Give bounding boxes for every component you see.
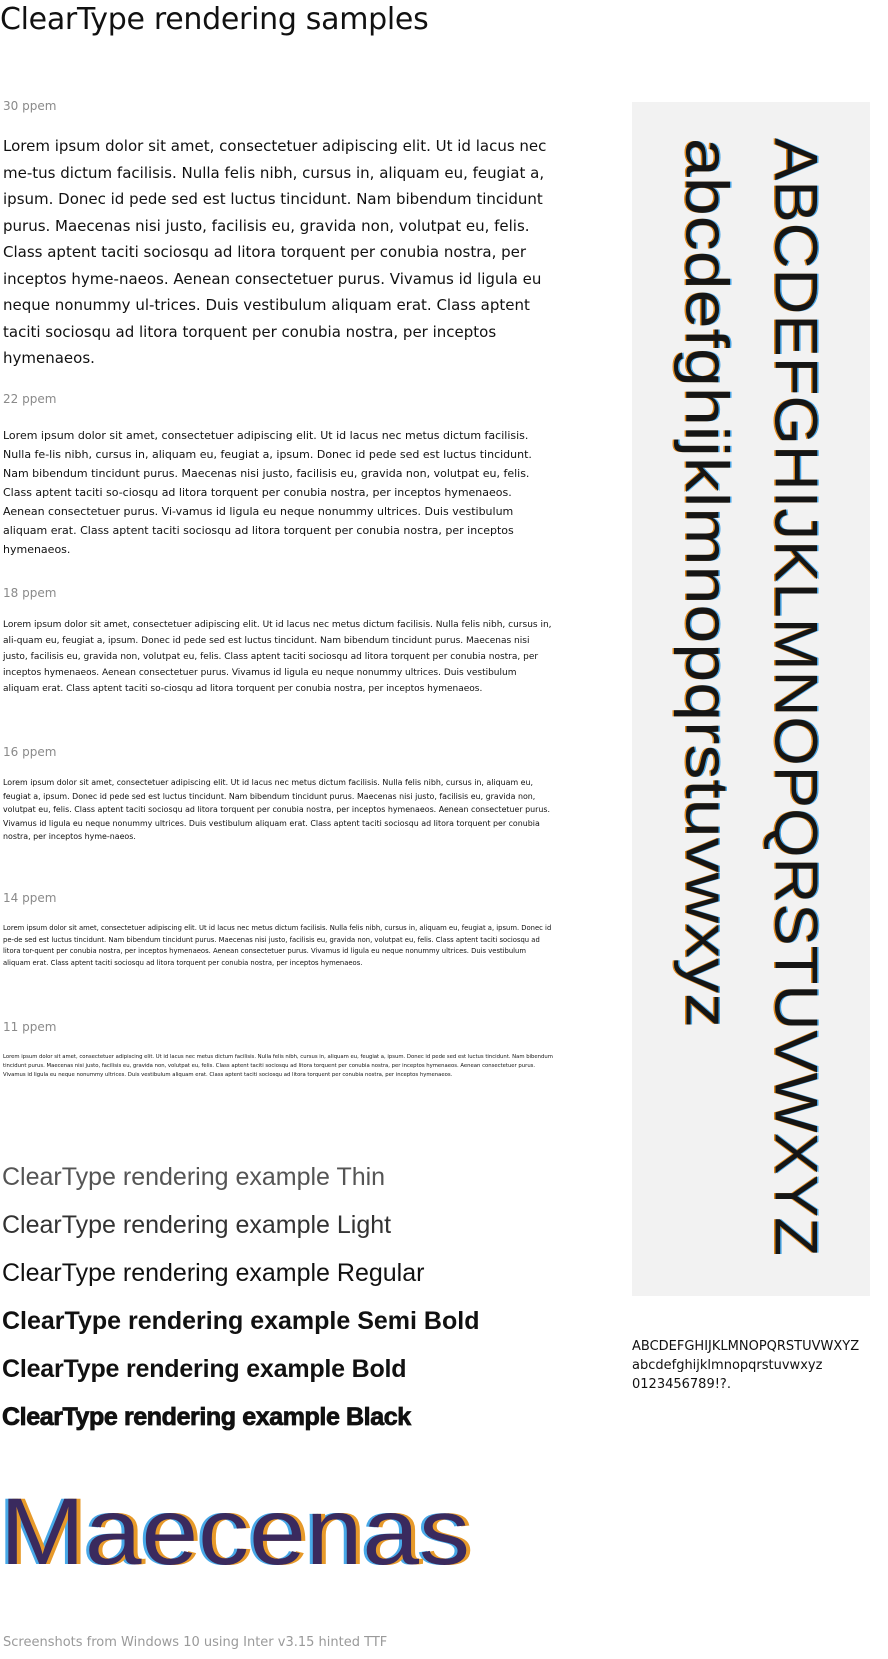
sample-block-30: 30 ppem: [3, 99, 555, 113]
size-label: 16 ppem: [3, 745, 57, 759]
page-title: ClearType rendering samples: [0, 2, 429, 37]
weight-light: ClearType rendering example Light: [2, 1211, 392, 1239]
sample-text-11: Lorem ipsum dolor sit amet, consectetuer…: [3, 1054, 553, 1078]
sample-block-22: 22 ppem: [3, 392, 555, 406]
sample-text-11-wrap: Lorem ipsum dolor sit amet, consectetuer…: [3, 1053, 555, 1080]
sample-text-22: Lorem ipsum dolor sit amet, consectetuer…: [3, 429, 532, 556]
specimen-lowercase: abcdefghijklmnopqrstuvwxyz: [674, 138, 741, 1028]
weight-semibold: ClearType rendering example Semi Bold: [2, 1307, 480, 1335]
pixel-core: Maecenas: [0, 1492, 470, 1572]
pixel-zoom-word: Maecenas Maecenas Maecenas: [0, 1479, 474, 1585]
weight-regular: ClearType rendering example Regular: [2, 1259, 425, 1287]
weight-samples: ClearType rendering example Thin ClearTy…: [2, 1153, 562, 1441]
size-label: 11 ppem: [3, 1020, 57, 1034]
sample-text-14: Lorem ipsum dolor sit amet, consectetuer…: [3, 924, 552, 967]
sample-text-16-wrap: Lorem ipsum dolor sit amet, consectetuer…: [3, 776, 555, 844]
size-label: 30 ppem: [3, 99, 57, 113]
footer-note: Screenshots from Windows 10 using Inter …: [3, 1635, 388, 1650]
pixel-zoom-graphic: Maecenas Maecenas Maecenas: [0, 1479, 474, 1585]
sample-text-30: Lorem ipsum dolor sit amet, consectetuer…: [3, 137, 547, 367]
weight-black: ClearType rendering example Black: [2, 1403, 412, 1432]
weight-thin: ClearType rendering example Thin: [2, 1163, 386, 1191]
sample-block-18: 18 ppem: [3, 586, 555, 600]
charset-uppercase: ABCDEFGHIJKLMNOPQRSTUVWXYZ: [632, 1339, 860, 1354]
vertical-specimen-panel: ABCDEFGHIJKLMNOPQRSTUVWXYZ ABCDEFGHIJKLM…: [632, 102, 870, 1296]
sample-text-22-wrap: Lorem ipsum dolor sit amet, consectetuer…: [3, 426, 555, 559]
sample-text-18: Lorem ipsum dolor sit amet, consectetuer…: [3, 620, 552, 694]
size-label: 22 ppem: [3, 392, 57, 406]
size-label: 18 ppem: [3, 586, 57, 600]
charset-digits: 0123456789!?.: [632, 1377, 731, 1392]
sample-text-14-wrap: Lorem ipsum dolor sit amet, consectetuer…: [3, 923, 555, 969]
sample-block-11: 11 ppem: [3, 1020, 555, 1034]
sample-text-18-wrap: Lorem ipsum dolor sit amet, consectetuer…: [3, 617, 555, 697]
vertical-specimen-graphic: ABCDEFGHIJKLMNOPQRSTUVWXYZ ABCDEFGHIJKLM…: [672, 138, 831, 1256]
size-label: 14 ppem: [3, 891, 57, 905]
sample-text-16: Lorem ipsum dolor sit amet, consectetuer…: [3, 778, 551, 842]
sample-block-14: 14 ppem: [3, 891, 555, 905]
sample-text-30-wrap: Lorem ipsum dolor sit amet, consectetuer…: [3, 133, 555, 372]
weight-bold: ClearType rendering example Bold: [2, 1355, 407, 1383]
character-set: ABCDEFGHIJKLMNOPQRSTUVWXYZ abcdefghijklm…: [632, 1337, 859, 1394]
charset-lowercase: abcdefghijklmnopqrstuvwxyz: [632, 1358, 823, 1373]
specimen-uppercase: ABCDEFGHIJKLMNOPQRSTUVWXYZ: [763, 138, 830, 1256]
sample-block-16: 16 ppem: [3, 745, 555, 759]
